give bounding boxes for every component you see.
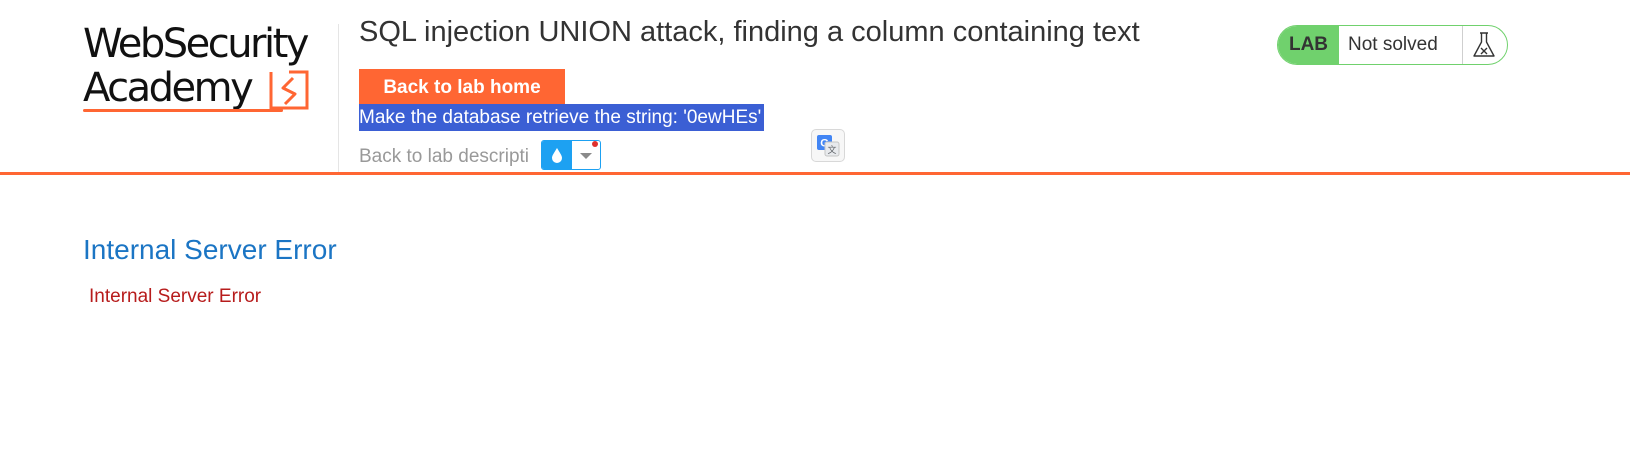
header-divider bbox=[338, 24, 339, 172]
svg-text:文: 文 bbox=[827, 144, 836, 156]
logo-line-1: WebSecurity bbox=[83, 21, 309, 67]
back-to-lab-description-link[interactable]: Back to lab descripti bbox=[359, 146, 529, 168]
error-heading: Internal Server Error bbox=[83, 234, 337, 265]
logo-line-2: Academy bbox=[83, 65, 254, 111]
lab-status-text: Not solved bbox=[1348, 34, 1438, 55]
drop-icon[interactable] bbox=[542, 141, 572, 169]
web-security-academy-logo[interactable]: WebSecurity Academy bbox=[83, 24, 333, 114]
error-message: Internal Server Error bbox=[89, 286, 262, 307]
lab-header: WebSecurity Academy SQL injection UNION … bbox=[0, 0, 1630, 175]
lab-badge: LAB bbox=[1278, 26, 1339, 64]
lab-instruction-selected: Make the database retrieve the string: '… bbox=[359, 104, 765, 131]
back-to-lab-home-button[interactable]: Back to lab home bbox=[359, 69, 565, 107]
google-translate-icon[interactable]: G 文 bbox=[811, 129, 845, 162]
notification-dot bbox=[592, 141, 598, 147]
flask-icon bbox=[1473, 32, 1495, 57]
logo-lightning-icon bbox=[269, 70, 309, 110]
status-separator bbox=[1462, 26, 1463, 64]
lab-title: SQL injection UNION attack, finding a co… bbox=[359, 16, 1140, 48]
lab-status-widget: LAB Not solved bbox=[1277, 25, 1508, 65]
logo-underline bbox=[83, 109, 283, 112]
